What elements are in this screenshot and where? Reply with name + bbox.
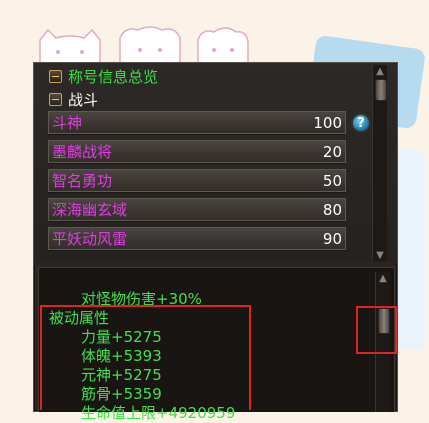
title-row[interactable]: 墨麟战将 20 <box>48 140 346 163</box>
title-name: 深海幽玄域 <box>52 201 128 219</box>
collapse-box-icon[interactable] <box>49 92 62 106</box>
title-value: 100 <box>313 113 342 132</box>
title-row[interactable]: 智名勇功 50 <box>48 169 346 192</box>
tree-root-label: 称号信息总览 <box>68 67 159 86</box>
title-name: 斗神 <box>52 114 83 132</box>
title-row[interactable]: 平妖动风雷 90 <box>48 227 346 250</box>
title-name: 平妖动风雷 <box>52 230 128 248</box>
highlight-box-attributes <box>40 305 251 410</box>
collapse-box-icon[interactable] <box>49 69 62 83</box>
scroll-thumb[interactable] <box>375 79 387 101</box>
title-list-scrollbar[interactable]: ▲ ▼ <box>372 65 387 261</box>
help-button[interactable]: ? <box>351 113 371 133</box>
tree-category-label: 战斗 <box>68 90 99 109</box>
scroll-up-icon[interactable]: ▲ <box>377 272 389 284</box>
title-value: 80 <box>322 200 342 219</box>
title-row[interactable]: 斗神 100 <box>48 111 346 134</box>
title-row[interactable]: 深海幽玄域 80 <box>48 198 346 221</box>
tree-root-node[interactable]: 称号信息总览 <box>49 66 158 86</box>
title-value: 90 <box>322 229 342 248</box>
tree-category-node[interactable]: 战斗 <box>49 89 98 109</box>
title-name: 智名勇功 <box>52 172 113 190</box>
scroll-up-icon[interactable]: ▲ <box>374 65 386 77</box>
scroll-down-icon[interactable]: ▼ <box>374 249 386 261</box>
title-name: 墨麟战将 <box>52 143 113 161</box>
title-value: 20 <box>322 142 342 161</box>
title-value: 50 <box>322 171 342 190</box>
title-list-section: 称号信息总览 战斗 斗神 100 ? 墨麟战将 20 智名勇功 50 深海幽玄域… <box>34 63 397 263</box>
highlight-box-scrollbar <box>356 306 397 354</box>
